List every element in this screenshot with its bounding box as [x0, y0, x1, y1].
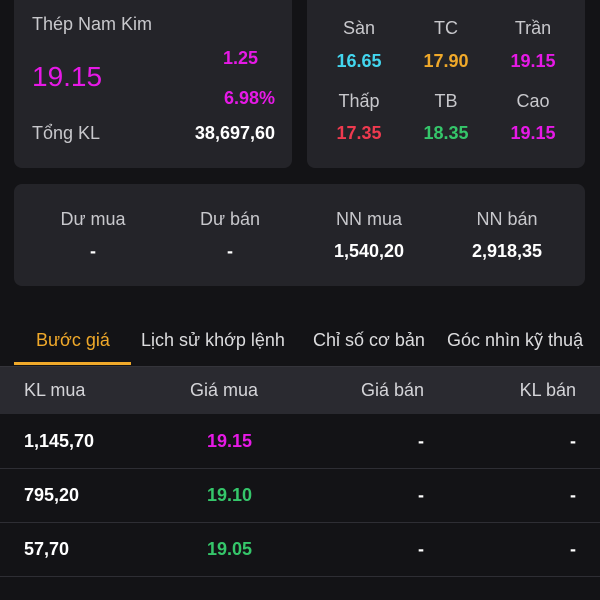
- total-volume-label: Tổng KL: [32, 123, 101, 143]
- table-row[interactable]: 1,145,70 19.15 - -: [0, 415, 600, 469]
- price-levels-card: Sàn 16.65 TC 17.90 Trần 19.15 Thấp 17.35…: [307, 0, 585, 168]
- floor-value: 16.65: [336, 51, 382, 71]
- reference-label: TC: [434, 18, 458, 38]
- low-label: Thấp: [338, 91, 380, 111]
- quote-card: Thép Nam Kim 19.15 1.25 6.98% Tổng KL 38…: [14, 0, 292, 168]
- total-volume-value: 38,697,60: [194, 123, 275, 143]
- high-label: Cao: [516, 91, 550, 111]
- sell-volume-cell: -: [570, 539, 576, 559]
- sell-surplus-label: Dư bán: [199, 209, 261, 229]
- average-label: TB: [434, 91, 458, 111]
- high-value: 19.15: [510, 123, 556, 143]
- header-sell-volume: KL bán: [519, 380, 576, 400]
- buy-volume-cell: 57,70: [24, 539, 70, 559]
- sell-volume-cell: -: [570, 485, 576, 505]
- low-value: 17.35: [336, 123, 382, 143]
- header-buy-volume: KL mua: [24, 380, 86, 400]
- active-tab-indicator: [14, 362, 131, 365]
- buy-volume-cell: 1,145,70: [24, 431, 95, 451]
- sell-price-cell: -: [418, 485, 424, 505]
- buy-price-cell: 19.15: [207, 431, 253, 451]
- buy-volume-cell: 795,20: [24, 485, 80, 505]
- order-book-header: KL mua Giá mua Giá bán KL bán: [0, 367, 600, 414]
- price-change: 1.25: [222, 48, 258, 68]
- buy-surplus-value: -: [90, 241, 96, 261]
- table-row[interactable]: 795,20 19.10 - -: [0, 469, 600, 523]
- header-buy-price: Giá mua: [190, 380, 259, 400]
- reference-value: 17.90: [423, 51, 469, 71]
- price-change-percent: 6.98%: [223, 88, 275, 108]
- tab-price-steps[interactable]: Bước giá: [36, 330, 110, 351]
- sell-price-cell: -: [418, 539, 424, 559]
- current-price: 19.15: [32, 61, 103, 92]
- sell-surplus-value: -: [227, 241, 233, 261]
- surplus-card: Dư mua - Dư bán - NN mua 1,540,20 NN bán…: [14, 184, 585, 286]
- tab-fundamentals[interactable]: Chỉ số cơ bản: [313, 330, 425, 351]
- foreign-buy-label: NN mua: [335, 209, 403, 229]
- foreign-buy-value: 1,540,20: [333, 241, 405, 261]
- buy-price-cell: 19.05: [207, 539, 253, 559]
- tab-bar: Bước giá Lịch sử khớp lệnh Chỉ số cơ bản…: [0, 318, 600, 367]
- tab-technical-view[interactable]: Góc nhìn kỹ thuậ: [447, 330, 583, 351]
- table-row[interactable]: 57,70 19.05 - -: [0, 523, 600, 577]
- average-value: 18.35: [423, 123, 469, 143]
- foreign-sell-label: NN bán: [476, 209, 538, 229]
- stock-name: Thép Nam Kim: [32, 14, 153, 34]
- ceiling-label: Trần: [514, 18, 552, 38]
- floor-label: Sàn: [342, 18, 376, 38]
- sell-price-cell: -: [418, 431, 424, 451]
- buy-surplus-label: Dư mua: [60, 209, 126, 229]
- sell-volume-cell: -: [570, 431, 576, 451]
- foreign-sell-value: 2,918,35: [471, 241, 543, 261]
- header-sell-price: Giá bán: [360, 380, 424, 400]
- ceiling-value: 19.15: [510, 51, 556, 71]
- buy-price-cell: 19.10: [207, 485, 253, 505]
- tab-matching-history[interactable]: Lịch sử khớp lệnh: [141, 330, 285, 351]
